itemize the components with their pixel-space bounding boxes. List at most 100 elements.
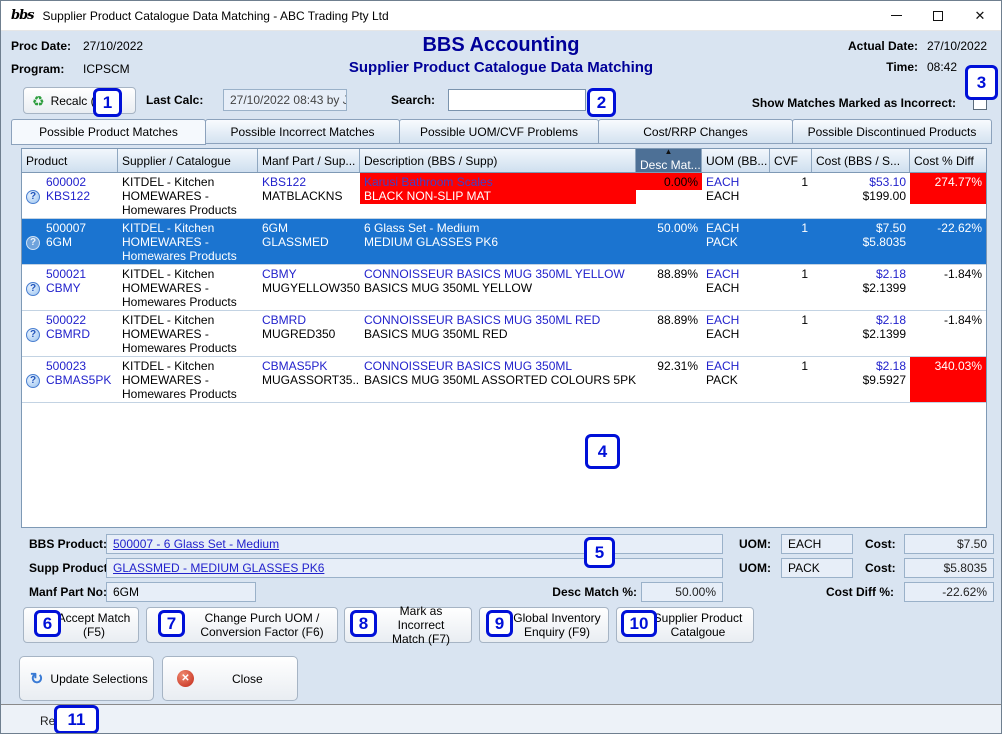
app-logo-icon: bbs <box>11 8 34 23</box>
cell-manf-part: CBMAS5PK MUGASSORT35... <box>258 357 360 402</box>
supp-product-link-field[interactable]: GLASSMED - MEDIUM GLASSES PK6 <box>106 558 723 578</box>
column-header-product[interactable]: Product <box>22 149 118 172</box>
manf-part-link[interactable]: 6GM <box>262 221 356 235</box>
annotation-marker-11: 11 <box>54 705 99 734</box>
product-code-link[interactable]: 600002 <box>46 175 114 189</box>
column-header-description[interactable]: Description (BBS / Supp) <box>360 149 636 172</box>
product-code-link[interactable]: 500022 <box>46 313 114 327</box>
uom-bbs-field: EACH <box>781 534 853 554</box>
column-header-uom[interactable]: UOM (BB... <box>702 149 770 172</box>
table-row[interactable]: ? 500022 CBMRD KITDEL - Kitchen HOMEWARE… <box>22 311 986 357</box>
manf-part-link[interactable]: KBS122 <box>262 175 356 189</box>
annotation-marker-2: 2 <box>587 88 616 117</box>
recalc-button-label: Recalc ( <box>51 94 95 108</box>
bbs-description-link[interactable]: 6 Glass Set - Medium <box>364 221 632 235</box>
question-mark-icon[interactable]: ? <box>26 328 40 342</box>
cell-cvf: 1 <box>770 173 812 218</box>
question-mark-icon[interactable]: ? <box>26 236 40 250</box>
cell-desc-match: 50.00% <box>636 219 702 264</box>
cell-desc-match: 0.00% <box>636 173 702 218</box>
maximize-icon <box>933 11 943 21</box>
close-button[interactable]: ✕ Close <box>162 656 298 701</box>
cost-link[interactable]: $2.18 <box>816 359 906 373</box>
column-header-supplier-catalogue[interactable]: Supplier / Catalogue <box>118 149 258 172</box>
cell-supplier-catalogue: KITDEL - Kitchen HOMEWARES - Homewares P… <box>118 311 258 356</box>
product-code-link[interactable]: 500023 <box>46 359 114 373</box>
supp-product-label: Supp Product: <box>29 561 112 575</box>
detail-panel: BBS Product: 500007 - 6 Glass Set - Medi… <box>1 529 1001 607</box>
column-header-cost[interactable]: Cost (BBS / S... <box>812 149 910 172</box>
product-alt-code-link[interactable]: KBS122 <box>46 189 114 203</box>
uom-link[interactable]: EACH <box>706 175 766 189</box>
column-header-manf-part[interactable]: Manf Part / Sup... <box>258 149 360 172</box>
annotation-marker-9: 9 <box>486 610 513 637</box>
manf-part-link[interactable]: CBMRD <box>262 313 356 327</box>
update-selections-button[interactable]: ↻ Update Selections <box>19 656 154 701</box>
column-header-desc-match[interactable]: ▲Desc Mat... <box>636 149 702 172</box>
tab-possible-discontinued-products[interactable]: Possible Discontinued Products <box>792 119 992 144</box>
manf-part-no-field[interactable]: 6GM <box>106 582 256 602</box>
cell-manf-part: 6GM GLASSMED <box>258 219 360 264</box>
table-row[interactable]: ? 600002 KBS122 KITDEL - Kitchen HOMEWAR… <box>22 173 986 219</box>
cost-link[interactable]: $7.50 <box>816 221 906 235</box>
window-title: Supplier Product Catalogue Data Matching… <box>43 9 876 23</box>
uom-link[interactable]: EACH <box>706 313 766 327</box>
tab-possible-product-matches[interactable]: Possible Product Matches <box>11 119 206 145</box>
annotation-marker-1: 1 <box>93 88 122 117</box>
table-header-row: Product Supplier / Catalogue Manf Part /… <box>22 149 986 173</box>
cost-link[interactable]: $2.18 <box>816 267 906 281</box>
cost-link[interactable]: $2.18 <box>816 313 906 327</box>
uom-link[interactable]: EACH <box>706 221 766 235</box>
bbs-product-link-field[interactable]: 500007 - 6 Glass Set - Medium <box>106 534 723 554</box>
minimize-icon <box>891 15 902 16</box>
minimize-button[interactable] <box>875 1 917 31</box>
close-window-button[interactable]: ✕ <box>959 1 1001 31</box>
actual-date-value: 27/10/2022 <box>927 39 993 53</box>
column-header-cvf[interactable]: CVF <box>770 149 812 172</box>
bbs-description-link[interactable]: CONNOISSEUR BASICS MUG 350ML <box>364 359 632 373</box>
uom-link[interactable]: EACH <box>706 267 766 281</box>
cell-cvf: 1 <box>770 265 812 310</box>
cost-link[interactable]: $53.10 <box>816 175 906 189</box>
proc-date-value: 27/10/2022 <box>83 39 143 53</box>
bbs-description-link[interactable]: CONNOISSEUR BASICS MUG 350ML RED <box>364 313 632 327</box>
product-code-link[interactable]: 500021 <box>46 267 114 281</box>
cell-supplier-catalogue: KITDEL - Kitchen HOMEWARES - Homewares P… <box>118 219 258 264</box>
manf-part-link[interactable]: CBMAS5PK <box>262 359 356 373</box>
cell-cvf: 1 <box>770 357 812 402</box>
cell-supplier-catalogue: KITDEL - Kitchen HOMEWARES - Homewares P… <box>118 357 258 402</box>
uom-supp-label: UOM: <box>739 561 771 575</box>
manf-part-link[interactable]: CBMY <box>262 267 356 281</box>
cell-cost: $53.10 $199.00 <box>812 173 910 218</box>
annotation-marker-7: 7 <box>158 610 185 637</box>
bbs-description-link[interactable]: CONNOISSEUR BASICS MUG 350ML YELLOW <box>364 267 632 281</box>
desc-match-pct-field: 50.00% <box>641 582 723 602</box>
table-row[interactable]: ? 500007 6GM KITDEL - Kitchen HOMEWARES … <box>22 219 986 265</box>
tab-possible-uom-cvf-problems[interactable]: Possible UOM/CVF Problems <box>399 119 599 144</box>
bbs-description-link[interactable]: Karusi Bathroom Scales <box>364 175 632 189</box>
question-mark-icon[interactable]: ? <box>26 190 40 204</box>
product-code-link[interactable]: 500007 <box>46 221 114 235</box>
cell-cvf: 1 <box>770 219 812 264</box>
program-label: Program: <box>11 62 83 76</box>
cell-cost-diff: 340.03% <box>910 357 986 402</box>
cell-uom: EACH PACK <box>702 219 770 264</box>
table-row[interactable]: ? 500023 CBMAS5PK KITDEL - Kitchen HOMEW… <box>22 357 986 403</box>
cell-uom: EACH PACK <box>702 357 770 402</box>
question-mark-icon[interactable]: ? <box>26 374 40 388</box>
search-input[interactable] <box>448 89 586 111</box>
column-header-cost-pct-diff[interactable]: Cost % Diff <box>910 149 986 172</box>
tab-possible-incorrect-matches[interactable]: Possible Incorrect Matches <box>205 119 400 144</box>
product-alt-code-link[interactable]: CBMRD <box>46 327 114 341</box>
close-circle-icon: ✕ <box>177 670 194 687</box>
product-alt-code-link[interactable]: 6GM <box>46 235 114 249</box>
question-mark-icon[interactable]: ? <box>26 282 40 296</box>
uom-link[interactable]: EACH <box>706 359 766 373</box>
tab-cost-rrp-changes[interactable]: Cost/RRP Changes <box>598 119 793 144</box>
cell-cost: $2.18 $2.1399 <box>812 265 910 310</box>
product-alt-code-link[interactable]: CBMY <box>46 281 114 295</box>
maximize-button[interactable] <box>917 1 959 31</box>
product-alt-code-link[interactable]: CBMAS5PK <box>46 373 114 387</box>
recycle-icon: ♻ <box>32 94 45 108</box>
table-row[interactable]: ? 500021 CBMY KITDEL - Kitchen HOMEWARES… <box>22 265 986 311</box>
